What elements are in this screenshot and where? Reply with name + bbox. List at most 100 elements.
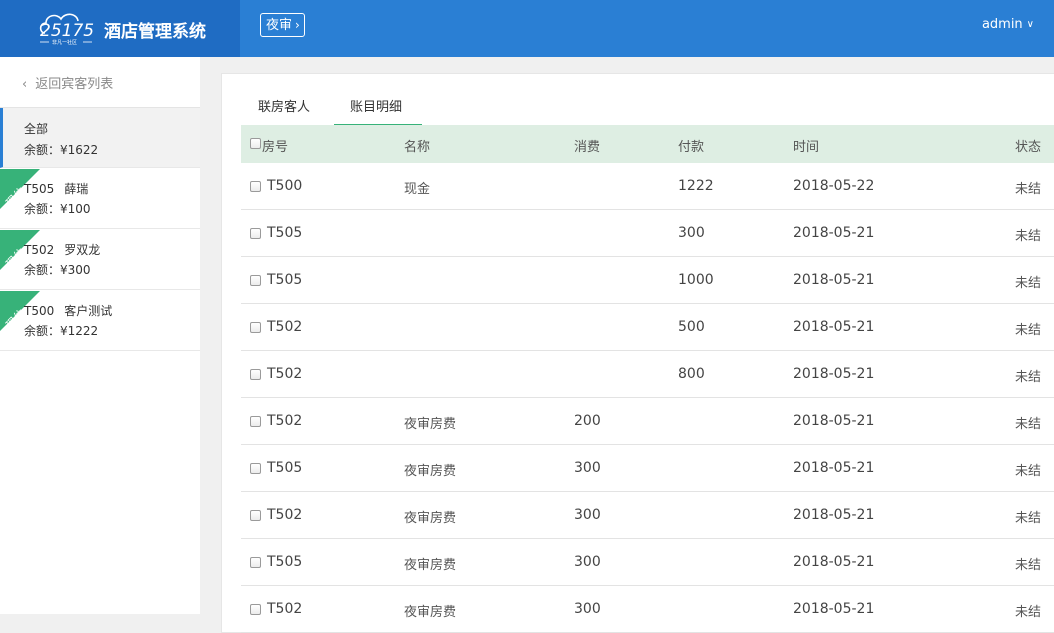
guest-room: T502 (24, 243, 55, 257)
cell-room: T502 (267, 507, 303, 523)
guest-name: 罗双龙 (64, 243, 101, 257)
cell-consume: 300 (574, 460, 601, 476)
row-checkbox[interactable] (250, 557, 261, 568)
guest-balance: 余额：¥300 (24, 263, 91, 277)
sidebar-item-guest[interactable]: 现住 T500 客户测试 余额：¥1222 (0, 291, 200, 351)
cell-room: T502 (267, 319, 303, 335)
back-label: 返回宾客列表 (35, 77, 114, 92)
cell-consume: 300 (574, 554, 601, 570)
row-checkbox[interactable] (250, 322, 261, 333)
back-to-guest-list-link[interactable]: ‹ 返回宾客列表 (22, 73, 113, 92)
username: admin (981, 17, 1023, 32)
guest-room-name: T505 薛瑞 (24, 180, 88, 197)
cell-consume: 300 (574, 507, 601, 523)
chevron-down-icon: ∨ (1026, 19, 1034, 30)
cell-status: 未结 (1015, 323, 1042, 338)
cell-name: 夜审房费 (404, 464, 457, 479)
chevron-right-icon: › (295, 18, 300, 32)
guest-sidebar: ‹ 返回宾客列表 全部 余额：¥1622 现住 T505 薛瑞 余额：¥100 现住… (0, 57, 200, 614)
table-row[interactable]: T505 夜审房费 300 2018-05-21 未结 (241, 445, 1054, 492)
cell-status: 未结 (1015, 229, 1042, 244)
sidebar-item-guest[interactable]: 现住 T502 罗双龙 余额：¥300 (0, 230, 200, 290)
row-checkbox[interactable] (250, 181, 261, 192)
header-status: 状态 (1015, 140, 1042, 155)
cell-time: 2018-05-21 (793, 507, 875, 523)
brand-area: 25175 非凡一社区 酒店管理系统 (0, 0, 240, 57)
cell-payment: 1222 (678, 178, 714, 194)
cell-time: 2018-05-21 (793, 460, 875, 476)
sidebar-item-guest[interactable]: 现住 T505 薛瑞 余额：¥100 (0, 169, 200, 229)
main-panel: 联房客人 账目明细 房号 名称 消费 付款 时间 状态 T500 现金 1222 20… (221, 73, 1054, 633)
guest-balance: 余额：¥1222 (24, 324, 99, 338)
cell-time: 2018-05-21 (793, 319, 875, 335)
svg-text:非凡一社区: 非凡一社区 (52, 39, 77, 46)
cell-name: 现金 (404, 182, 431, 197)
cell-time: 2018-05-21 (793, 413, 875, 429)
cell-time: 2018-05-21 (793, 554, 875, 570)
table-row[interactable]: T502 800 2018-05-21 未结 (241, 351, 1054, 398)
row-checkbox[interactable] (250, 416, 261, 427)
cell-status: 未结 (1015, 417, 1042, 432)
guest-room: T505 (24, 182, 55, 196)
cell-status: 未结 (1015, 464, 1042, 479)
table-row[interactable]: T500 现金 1222 2018-05-22 未结 (241, 163, 1054, 210)
cell-time: 2018-05-21 (793, 366, 875, 382)
guest-name: 薛瑞 (64, 182, 89, 196)
guest-room-name: T500 客户测试 (24, 302, 112, 319)
cell-payment: 800 (678, 366, 705, 382)
cell-status: 未结 (1015, 558, 1042, 573)
cell-name: 夜审房费 (404, 511, 457, 526)
cell-time: 2018-05-21 (793, 225, 875, 241)
cell-status: 未结 (1015, 511, 1042, 526)
row-checkbox[interactable] (250, 604, 261, 615)
sidebar-item-all[interactable]: 全部 余额：¥1622 (0, 108, 200, 168)
header-payment: 付款 (678, 140, 705, 155)
header-time: 时间 (793, 140, 820, 155)
guest-room-name: T502 罗双龙 (24, 241, 100, 258)
night-audit-label: 夜审 (266, 18, 293, 33)
tab-linked-guests[interactable]: 联房客人 (258, 96, 310, 115)
table-row[interactable]: T505 1000 2018-05-21 未结 (241, 257, 1054, 304)
select-all-checkbox[interactable] (250, 138, 261, 149)
guest-balance: 余额：¥100 (24, 202, 91, 216)
user-menu[interactable]: admin ∨ (982, 17, 1034, 32)
cell-room: T505 (267, 460, 303, 476)
cell-payment: 500 (678, 319, 705, 335)
header-room: 房号 (262, 140, 289, 155)
header-consume: 消费 (574, 140, 601, 155)
table-row[interactable]: T502 夜审房费 300 2018-05-21 未结 (241, 586, 1054, 633)
cell-status: 未结 (1015, 605, 1042, 620)
cell-consume: 300 (574, 601, 601, 617)
chevron-left-icon: ‹ (22, 77, 28, 92)
cell-status: 未结 (1015, 182, 1042, 197)
top-header: 25175 非凡一社区 酒店管理系统 夜审 › admin ∨ (0, 0, 1054, 57)
cell-name: 夜审房费 (404, 558, 457, 573)
tab-account-details[interactable]: 账目明细 (350, 96, 402, 115)
table-header: 房号 名称 消费 付款 时间 状态 (241, 125, 1054, 163)
cell-payment: 1000 (678, 272, 714, 288)
night-audit-button[interactable]: 夜审 › (260, 13, 305, 37)
row-checkbox[interactable] (250, 228, 261, 239)
cell-room: T505 (267, 225, 303, 241)
cell-status: 未结 (1015, 276, 1042, 291)
table-row[interactable]: T505 夜审房费 300 2018-05-21 未结 (241, 539, 1054, 586)
table-row[interactable]: T502 500 2018-05-21 未结 (241, 304, 1054, 351)
row-checkbox[interactable] (250, 275, 261, 286)
cell-room: T502 (267, 366, 303, 382)
header-name: 名称 (404, 140, 431, 155)
row-checkbox[interactable] (250, 510, 261, 521)
cell-name: 夜审房费 (404, 417, 457, 432)
table-row[interactable]: T502 夜审房费 200 2018-05-21 未结 (241, 398, 1054, 445)
row-checkbox[interactable] (250, 369, 261, 380)
svg-text:25175: 25175 (40, 21, 94, 41)
guest-room: T500 (24, 304, 55, 318)
cell-time: 2018-05-21 (793, 272, 875, 288)
row-checkbox[interactable] (250, 463, 261, 474)
table-row[interactable]: T505 300 2018-05-21 未结 (241, 210, 1054, 257)
all-label: 全部 (24, 122, 49, 136)
all-balance: 余额：¥1622 (24, 143, 99, 157)
cell-room: T502 (267, 413, 303, 429)
cell-status: 未结 (1015, 370, 1042, 385)
table-row[interactable]: T502 夜审房费 300 2018-05-21 未结 (241, 492, 1054, 539)
cell-room: T505 (267, 554, 303, 570)
